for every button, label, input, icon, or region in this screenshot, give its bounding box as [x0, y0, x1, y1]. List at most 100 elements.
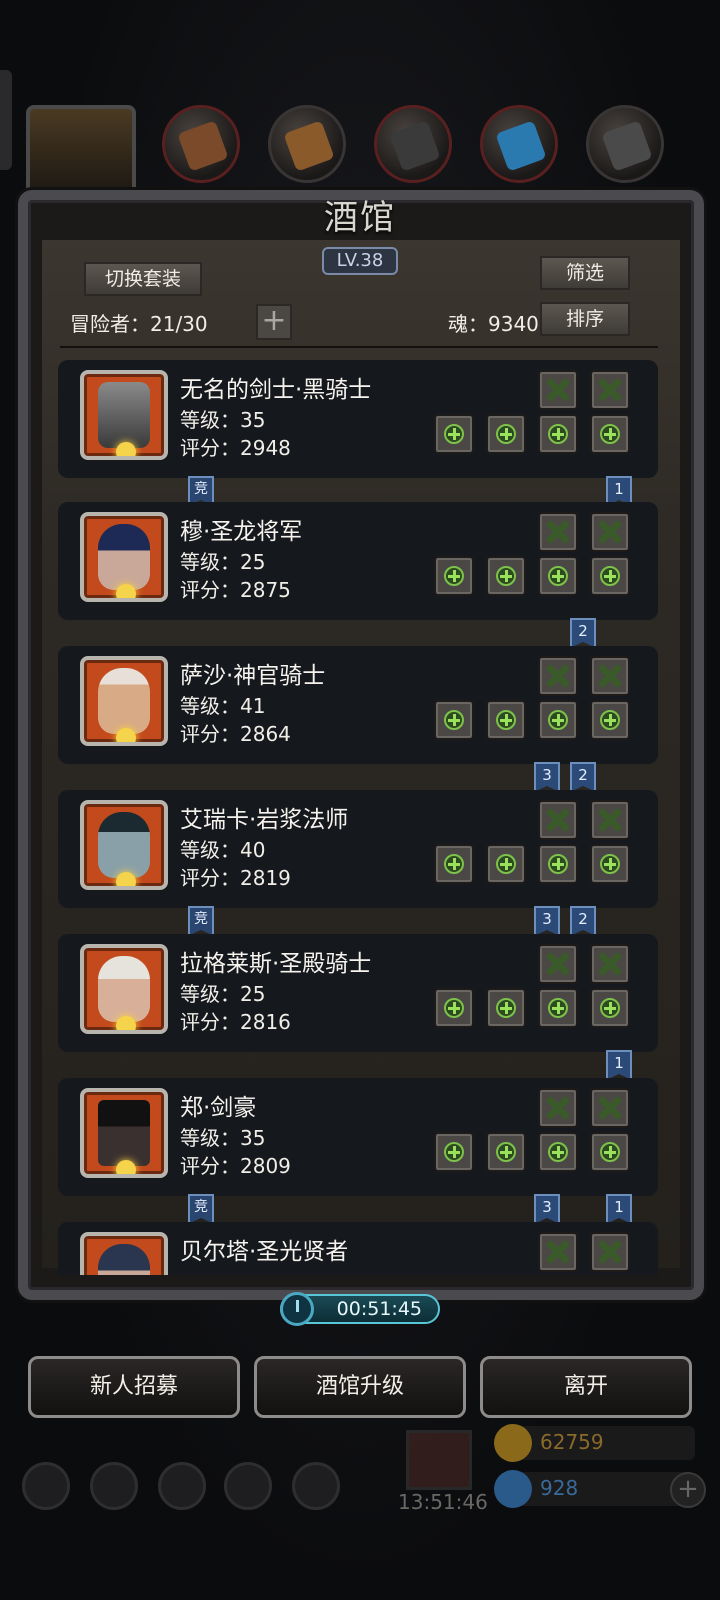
crystal-slot-icon	[480, 105, 558, 183]
equip-slot-ring-1[interactable]	[538, 556, 578, 596]
recruit-button[interactable]: 新人招募	[28, 1356, 240, 1418]
equip-slot-ring-1[interactable]	[538, 844, 578, 884]
equip-slot-armor[interactable]	[486, 844, 526, 884]
equip-slot-skill-2[interactable]	[590, 512, 630, 552]
moon-icon	[116, 728, 136, 742]
equip-slot-armor[interactable]	[486, 556, 526, 596]
equip-slot-armor[interactable]	[486, 700, 526, 740]
boots-slot-icon	[268, 105, 346, 183]
hero-portrait[interactable]	[80, 800, 168, 890]
equip-slot-armor[interactable]	[486, 988, 526, 1028]
equip-slot-skill-2[interactable]	[590, 944, 630, 984]
hero-name: 拉格莱斯·圣殿骑士	[180, 951, 372, 977]
header-divider	[60, 346, 658, 348]
equip-slot-ring-2[interactable]	[590, 988, 630, 1028]
add-green-icon	[600, 854, 620, 874]
arena-tag: 竞	[188, 906, 214, 936]
gift-box-icon	[406, 1430, 472, 1490]
clock-icon	[280, 1292, 314, 1326]
hero-score: 评分：2819	[180, 866, 291, 890]
hero-name: 艾瑞卡·岩浆法师	[180, 807, 349, 833]
add-green-icon	[548, 854, 568, 874]
hero-score: 评分：2875	[180, 578, 291, 602]
hero-portrait[interactable]	[80, 944, 168, 1034]
equip-slot-ring-2[interactable]	[590, 414, 630, 454]
add-green-icon	[496, 710, 516, 730]
hero-name: 穆·圣龙将军	[180, 519, 303, 545]
dragon-general-face-icon	[98, 524, 150, 590]
hero-score: 评分：2948	[180, 436, 291, 460]
hero-row[interactable]: 拉格莱斯·圣殿骑士 等级：25 评分：2816 1	[58, 934, 658, 1080]
add-green-icon	[548, 998, 568, 1018]
equip-slot-ring-1[interactable]	[538, 700, 578, 740]
hero-list[interactable]: 无名的剑士·黑骑士 等级：35 评分：2948 竞 1 穆·圣龙将军 等级：25…	[58, 360, 658, 1275]
swordsman-face-icon	[98, 1100, 150, 1166]
equip-slot-skill-2[interactable]	[590, 656, 630, 696]
add-capacity-button[interactable]: +	[256, 304, 292, 340]
add-green-icon	[600, 424, 620, 444]
hero-row[interactable]: 贝尔塔·圣光贤者	[58, 1222, 658, 1275]
equip-slot-ring-2[interactable]	[590, 844, 630, 884]
tavern-upgrade-button[interactable]: 酒馆升级	[254, 1356, 466, 1418]
switch-outfit-button[interactable]: 切换套装	[84, 262, 202, 296]
hero-portrait[interactable]	[80, 370, 168, 460]
equip-slot-skill-2[interactable]	[590, 370, 630, 410]
equip-slot-ring-1[interactable]	[538, 414, 578, 454]
hero-row[interactable]: 无名的剑士·黑骑士 等级：35 评分：2948 竞 1	[58, 360, 658, 506]
equip-slot-ring-1[interactable]	[538, 1132, 578, 1172]
add-green-icon	[496, 566, 516, 586]
equip-slot-weapon[interactable]	[434, 556, 474, 596]
soul-count: 魂：9340	[448, 312, 539, 336]
settings-icon	[22, 1462, 70, 1510]
equip-slot-skill-1[interactable]	[538, 1232, 578, 1272]
hero-score: 评分：2816	[180, 1010, 291, 1034]
hero-name: 郑·剑豪	[180, 1095, 257, 1121]
equip-slot-ring-2[interactable]	[590, 1132, 630, 1172]
add-green-icon	[496, 998, 516, 1018]
equip-slot-weapon[interactable]	[434, 700, 474, 740]
hero-score: 评分：2809	[180, 1154, 291, 1178]
equip-slot-skill-1[interactable]	[538, 1088, 578, 1128]
equip-slot-armor[interactable]	[486, 414, 526, 454]
hero-row[interactable]: 萨沙·神官骑士 等级：41 评分：2864 3 2	[58, 646, 658, 792]
equip-slot-weapon[interactable]	[434, 844, 474, 884]
adventurer-count: 冒险者：21/30	[70, 312, 208, 336]
equip-slot-skill-1[interactable]	[538, 656, 578, 696]
hero-row[interactable]: 郑·剑豪 等级：35 评分：2809 竞 3 1	[58, 1078, 658, 1224]
gold-amount: 62759	[540, 1430, 604, 1454]
skill-cross-icon	[546, 808, 570, 832]
equip-slot-weapon[interactable]	[434, 414, 474, 454]
equip-slot-ring-1[interactable]	[538, 988, 578, 1028]
equip-slot-skill-1[interactable]	[538, 370, 578, 410]
ingot-slot-icon	[586, 105, 664, 183]
filter-button[interactable]: 筛选	[540, 256, 630, 290]
hero-portrait[interactable]	[80, 512, 168, 602]
leave-button[interactable]: 离开	[480, 1356, 692, 1418]
achievement-icon	[90, 1462, 138, 1510]
moon-icon	[116, 1160, 136, 1174]
equip-slot-skill-2[interactable]	[590, 800, 630, 840]
equip-slot-armor[interactable]	[486, 1132, 526, 1172]
hero-portrait[interactable]	[80, 1232, 168, 1275]
skill-cross-icon	[546, 378, 570, 402]
equip-slot-ring-2[interactable]	[590, 556, 630, 596]
equip-slot-skill-2[interactable]	[590, 1232, 630, 1272]
hero-row[interactable]: 穆·圣龙将军 等级：25 评分：2875 2	[58, 502, 658, 648]
equip-slot-skill-1[interactable]	[538, 512, 578, 552]
add-green-icon	[600, 998, 620, 1018]
equip-slot-skill-1[interactable]	[538, 944, 578, 984]
equip-slot-weapon[interactable]	[434, 1132, 474, 1172]
equip-slot-weapon[interactable]	[434, 988, 474, 1028]
black-knight-helmet-icon	[98, 382, 150, 448]
equip-slot-skill-1[interactable]	[538, 800, 578, 840]
hero-portrait[interactable]	[80, 1088, 168, 1178]
helmet-slot-icon	[26, 105, 136, 200]
team-tag: 3	[534, 1194, 560, 1224]
team-tag: 2	[570, 618, 596, 648]
equip-slot-skill-2[interactable]	[590, 1088, 630, 1128]
hero-portrait[interactable]	[80, 656, 168, 746]
sort-button[interactable]: 排序	[540, 302, 630, 336]
hero-row[interactable]: 艾瑞卡·岩浆法师 等级：40 评分：2819 竞 3 2	[58, 790, 658, 936]
add-green-icon	[496, 854, 516, 874]
equip-slot-ring-2[interactable]	[590, 700, 630, 740]
